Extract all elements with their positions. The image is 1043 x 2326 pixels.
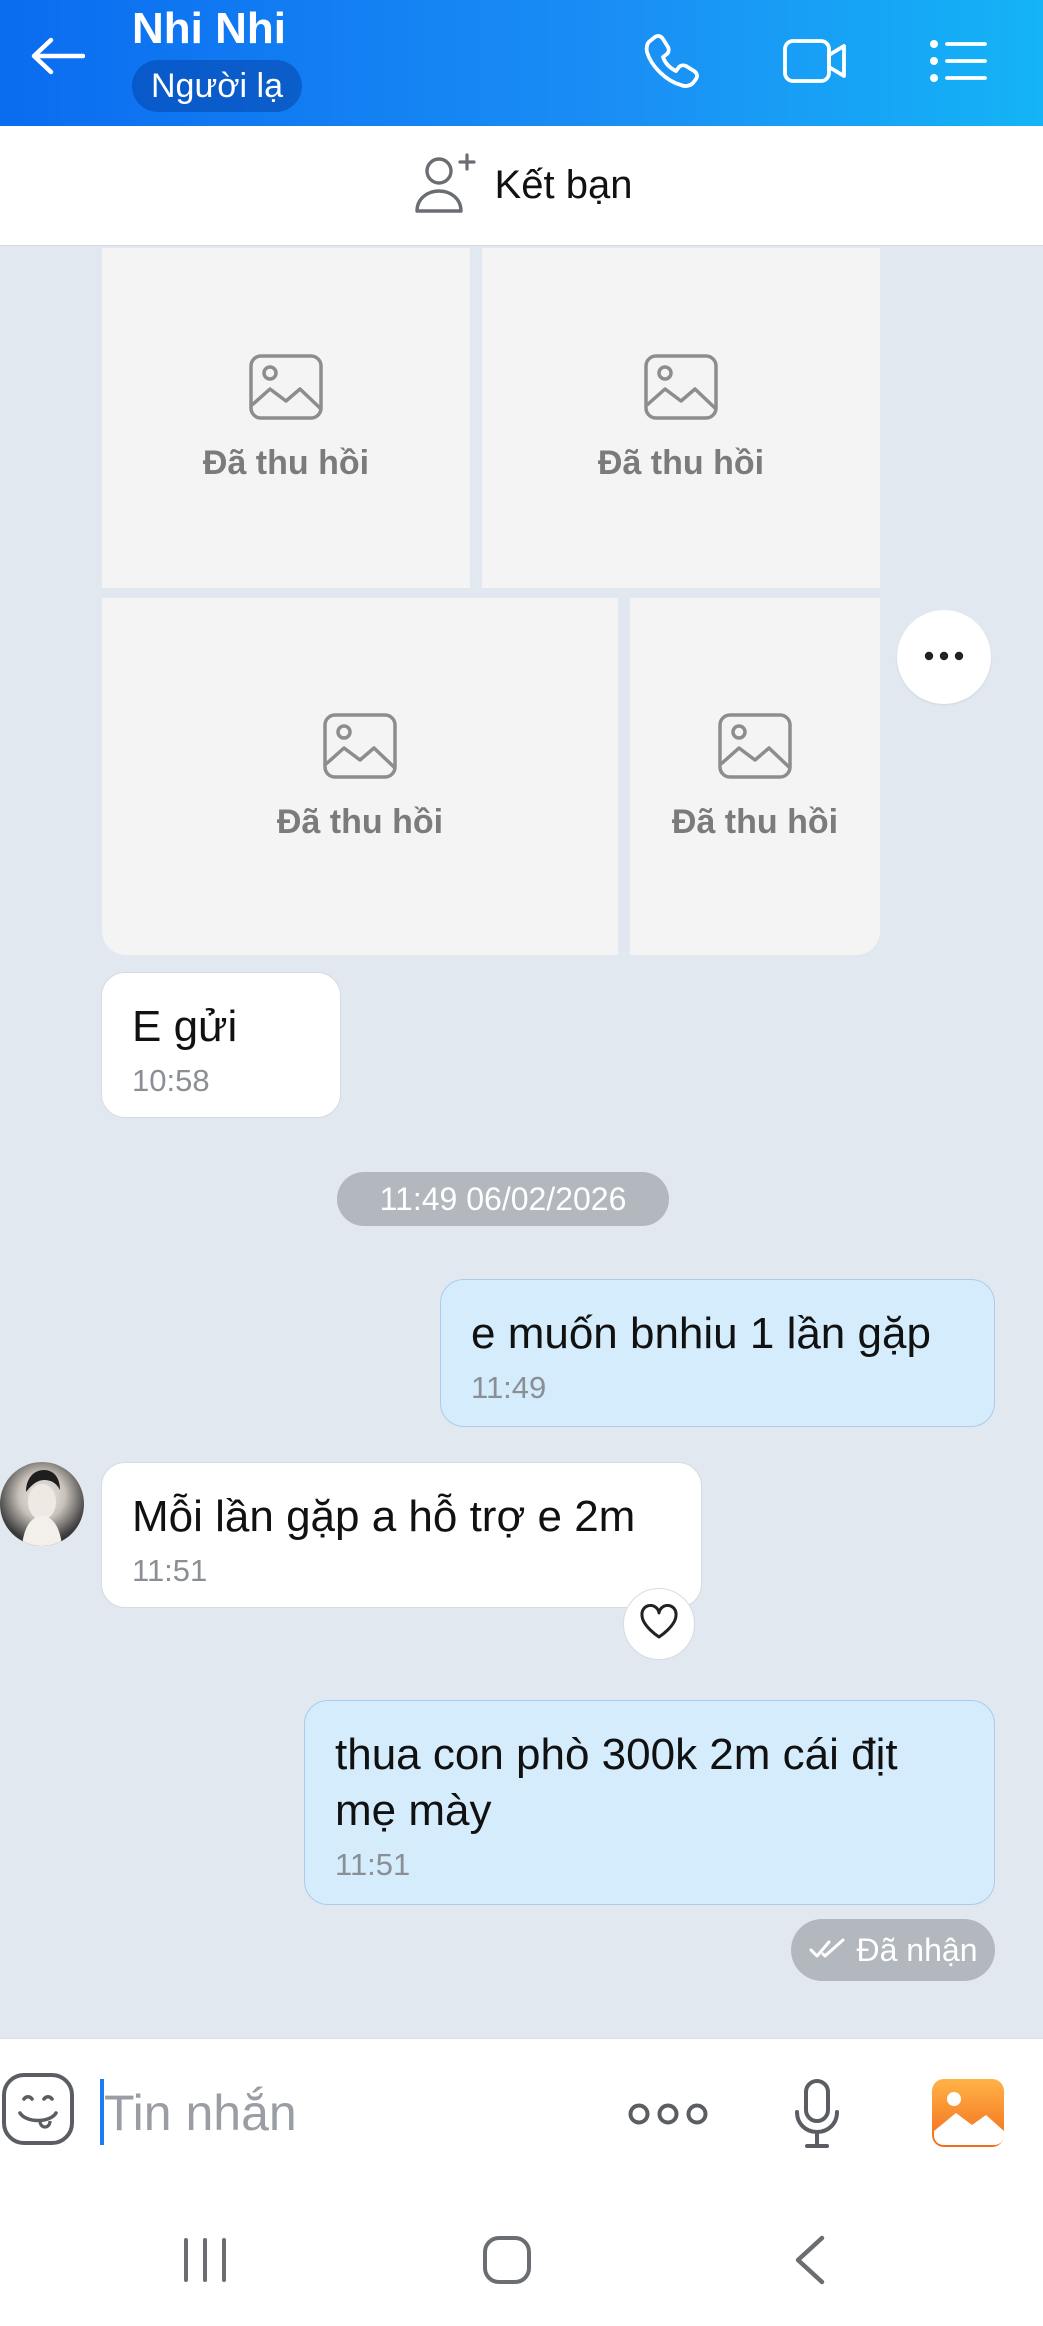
recalled-image-tile: Đã thu hồi [102, 248, 470, 588]
message-text: thua con phò 300k 2m cái địt mẹ mày [335, 1730, 898, 1835]
recalled-label: Đã thu hồi [671, 802, 839, 841]
recalled-image-tile: Đã thu hồi [630, 598, 880, 955]
message-time: 11:51 [132, 1553, 208, 1588]
video-call-icon[interactable] [782, 28, 848, 94]
delivery-status: Đã nhận [791, 1919, 995, 1981]
image-icon [717, 712, 793, 785]
message-bubble-incoming[interactable]: E gửi 10:58 [101, 972, 341, 1118]
more-options-button[interactable] [897, 610, 991, 704]
message-text: Mỗi lần gặp a hỗ trợ e 2m [132, 1492, 636, 1541]
message-time: 11:49 [471, 1370, 547, 1405]
message-text: e muốn bnhiu 1 lần gặp [471, 1309, 931, 1358]
react-heart-button[interactable] [623, 1588, 695, 1660]
back-arrow-icon[interactable] [22, 26, 92, 86]
microphone-icon[interactable] [784, 2073, 850, 2155]
add-friend-icon [411, 151, 479, 220]
message-time: 10:58 [132, 1063, 210, 1098]
recalled-label: Đã thu hồi [276, 802, 444, 841]
system-navigation-bar [0, 2186, 1043, 2326]
add-friend-bar[interactable]: Kết bạn [0, 126, 1043, 246]
contact-avatar[interactable] [0, 1462, 84, 1546]
date-separator: 11:49 06/02/2026 [337, 1172, 669, 1226]
home-icon[interactable] [467, 2220, 547, 2300]
more-dots-icon [924, 648, 964, 666]
image-icon [643, 353, 719, 426]
recalled-image-tile: Đã thu hồi [482, 248, 880, 588]
stranger-badge: Người lạ [132, 60, 302, 112]
message-text: E gửi [132, 1002, 238, 1051]
image-icon [322, 712, 398, 785]
photo-gallery-icon[interactable] [928, 2075, 1008, 2151]
menu-list-icon[interactable] [926, 28, 992, 94]
message-bubble-outgoing[interactable]: thua con phò 300k 2m cái địt mẹ mày 11:5… [304, 1700, 995, 1905]
heart-icon [639, 1603, 679, 1645]
phone-icon[interactable] [638, 28, 704, 94]
recalled-label: Đã thu hồi [202, 444, 370, 482]
recent-apps-icon[interactable] [165, 2220, 245, 2300]
back-nav-icon[interactable] [770, 2220, 850, 2300]
message-bubble-outgoing[interactable]: e muốn bnhiu 1 lần gặp 11:49 [440, 1279, 995, 1427]
image-icon [248, 353, 324, 426]
message-bubble-incoming[interactable]: Mỗi lần gặp a hỗ trợ e 2m 11:51 [101, 1462, 702, 1608]
message-input[interactable] [104, 2073, 604, 2153]
recalled-label: Đã thu hồi [597, 444, 765, 482]
recalled-image-tile: Đã thu hồi [102, 598, 618, 955]
more-options-icon[interactable] [622, 2081, 714, 2147]
message-input-bar [0, 2038, 1043, 2186]
delivery-status-label: Đã nhận [856, 1931, 978, 1968]
double-check-icon [809, 1932, 847, 1969]
add-friend-label: Kết bạn [494, 163, 633, 207]
chat-header: Nhi Nhi Người lạ [0, 0, 1043, 126]
message-time: 11:51 [335, 1847, 411, 1882]
contact-name[interactable]: Nhi Nhi [132, 4, 286, 54]
sticker-emoji-icon[interactable] [0, 2071, 76, 2147]
